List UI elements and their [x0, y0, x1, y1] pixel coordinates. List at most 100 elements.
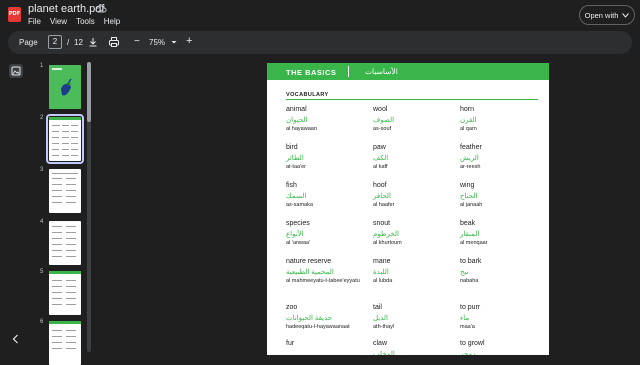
vocab-arabic: ماء [460, 315, 470, 322]
vocab-entry: bird الطائر at-taa'er [286, 143, 366, 171]
vocab-english: horn [460, 106, 475, 113]
thumbnail-scrollbar-thumb[interactable] [87, 62, 91, 122]
banner-title: THE BASICS [286, 68, 337, 77]
vocab-entry: claw المخلب [373, 339, 453, 355]
thumbnail-page-4[interactable] [49, 221, 81, 265]
vocab-arabic: المنقار [460, 231, 480, 238]
banner-separator [348, 66, 349, 77]
vocab-transliteration: nabaha [460, 278, 479, 284]
vocab-arabic: المخلب [373, 351, 395, 355]
vocab-transliteration: al 'anwaa' [286, 240, 311, 246]
zoom-level[interactable]: 75% [149, 38, 165, 47]
cover-illustration [49, 65, 81, 109]
vocab-arabic: الكف [373, 155, 389, 162]
menu-file[interactable]: File [28, 17, 41, 26]
vocab-entry: snout الخرطوم al khurtoum [373, 219, 453, 247]
vocab-english: wing [460, 182, 475, 189]
page-number-input[interactable]: 2 [48, 35, 62, 49]
vocab-arabic: الذيل [373, 315, 389, 322]
vocab-arabic: السمك [286, 193, 307, 200]
vocab-transliteration: al kaff [373, 164, 388, 170]
thumb-number: 1 [40, 63, 44, 69]
vocab-transliteration: al lubda [373, 278, 393, 284]
vocab-arabic: الخرطوم [373, 231, 399, 238]
vocab-entry: mane اللبدة al lubda [373, 257, 453, 285]
file-title[interactable]: planet earth.pdf [28, 3, 104, 15]
page-thumbnails: 1 2 3 4 5 6 [32, 55, 94, 365]
vocab-english: species [286, 220, 310, 227]
zoom-out-button[interactable]: − [134, 36, 140, 47]
thumbnail-page-3[interactable] [49, 169, 81, 213]
page-label: Page [19, 38, 38, 47]
vocab-arabic: الريش [460, 155, 479, 162]
vocab-english: claw [373, 340, 388, 347]
vocab-english: to purr [460, 304, 481, 311]
vocab-arabic: الأنواع [286, 231, 304, 238]
vocab-transliteration: as-souf [373, 126, 392, 132]
menu-help[interactable]: Help [104, 17, 120, 26]
thumbnail-page-5[interactable] [49, 271, 81, 315]
section-banner: THE BASICS الأساسيات [267, 63, 549, 80]
vocab-english: fur [286, 340, 295, 347]
section-divider [286, 99, 538, 100]
vocab-entry: tail الذيل ath-thayl [373, 303, 453, 331]
vocab-transliteration: al menqaar [460, 240, 488, 246]
open-with-button[interactable]: Open with [579, 5, 635, 25]
vocab-transliteration: al janaah [460, 202, 483, 208]
vocab-entry: species الأنواع al 'anwaa' [286, 219, 366, 247]
vocab-entry: wool الصوف as-souf [373, 105, 453, 133]
vocab-entry: beak المنقار al menqaar [460, 219, 540, 247]
vocab-entry: fish السمك as-samaka [286, 181, 366, 209]
pdf-toolbar: Page 2 / 12 − 75% + [8, 31, 632, 54]
vocab-transliteration: hadeeqatu-l-hayawaanaat [286, 324, 350, 330]
vocab-english: tail [373, 304, 382, 311]
vocab-transliteration: ar-reesh [460, 164, 481, 170]
vocab-transliteration: al haafer [373, 202, 395, 208]
open-with-label: Open with [584, 10, 619, 20]
vocab-entry: paw الكف al kaff [373, 143, 453, 171]
vocab-english: beak [460, 220, 476, 227]
section-heading: VOCABULARY [286, 92, 329, 98]
vocab-transliteration: maa'a [460, 324, 475, 330]
vocab-transliteration: ath-thayl [373, 324, 395, 330]
collapse-left-icon[interactable] [10, 333, 22, 345]
vocab-transliteration: al khurtoum [373, 240, 402, 246]
vocab-english: to bark [460, 258, 482, 265]
pdf-page: THE BASICS الأساسيات VOCABULARY animal ال… [267, 63, 549, 355]
print-icon[interactable] [108, 36, 120, 48]
zoom-dropdown-chevron-icon[interactable] [170, 37, 178, 47]
vocab-arabic: الحيوان [286, 117, 308, 124]
left-sidebar [0, 55, 32, 355]
vocab-entry: animal الحيوان al hayawaan [286, 105, 366, 133]
thumbnail-page-1[interactable] [49, 65, 81, 109]
vocab-transliteration: al mahmeeyatu-t-tabee'eyyatu [286, 278, 360, 284]
vocab-english: bird [286, 144, 298, 151]
download-icon[interactable] [87, 36, 99, 48]
cloud-sync-icon[interactable] [95, 3, 107, 15]
total-pages: 12 [74, 38, 83, 47]
vocab-arabic: نبح [460, 269, 469, 276]
vocab-english: animal [286, 106, 307, 113]
banner-arabic-title: الأساسيات [365, 67, 398, 76]
thumb-number: 6 [40, 319, 44, 325]
pdf-app-icon: PDF [8, 7, 21, 22]
vocab-entry: nature reserve المحمية الطبيعية al mahmeey… [286, 257, 366, 285]
zoom-in-button[interactable]: + [186, 35, 192, 47]
vocab-entry: wing الجناح al janaah [460, 181, 540, 209]
menu-view[interactable]: View [50, 17, 67, 26]
thumb-number: 5 [40, 269, 44, 275]
chevron-down-icon [622, 12, 630, 18]
thumb-number: 4 [40, 219, 44, 225]
vocab-english: to growl [460, 340, 485, 347]
vocab-arabic: زمجر [460, 351, 476, 355]
thumbnails-toggle[interactable] [9, 64, 23, 78]
thumbnail-page-2[interactable] [46, 114, 84, 164]
vocab-entry: feather الريش ar-reesh [460, 143, 540, 171]
vocab-english: hoof [373, 182, 387, 189]
menu-tools[interactable]: Tools [76, 17, 95, 26]
title-bar: PDF planet earth.pdf File View Tools Hel… [0, 0, 640, 30]
vocab-english: zoo [286, 304, 298, 311]
thumbnail-page-6[interactable] [49, 321, 81, 365]
menu-bar: File View Tools Help [28, 17, 120, 26]
vocab-entry: zoo حديقة الحيوانات hadeeqatu-l-hayawaanaa… [286, 303, 366, 331]
